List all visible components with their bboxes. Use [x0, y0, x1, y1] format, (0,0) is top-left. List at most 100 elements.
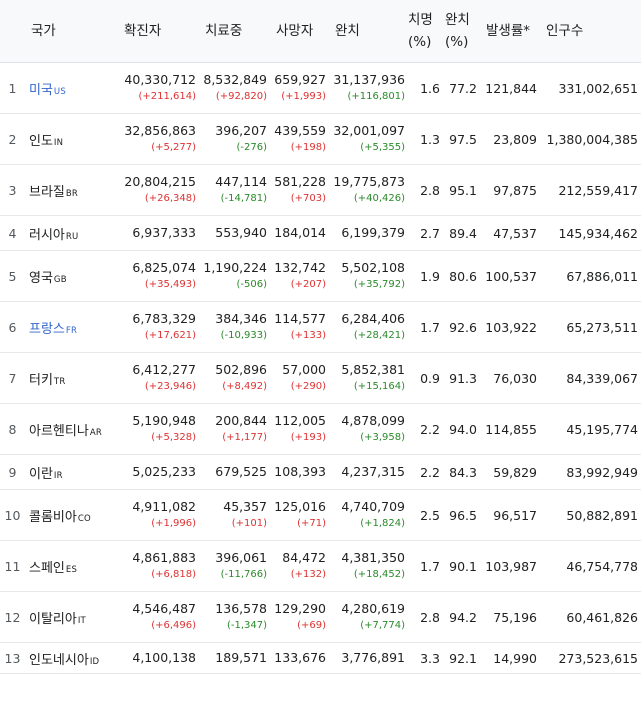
- country-cell: 터키TR: [25, 353, 118, 404]
- population-cell: 84,339,067: [566, 370, 638, 386]
- country-name: 러시아RU: [29, 228, 78, 243]
- treating-cell: 396,207 (-276): [199, 114, 270, 165]
- country-name[interactable]: 프랑스FR: [29, 322, 77, 337]
- rr-header-line2: (%): [445, 34, 469, 50]
- confirmed-delta: (+211,614): [138, 91, 196, 102]
- recovery-rate-cell: 92.6: [449, 319, 477, 335]
- recovery-rate-cell: 91.3: [449, 370, 477, 386]
- recovered-cell: 4,381,350 (+18,452): [329, 541, 408, 592]
- country-code: ID: [89, 656, 100, 667]
- recovered-value: 5,502,108: [341, 260, 405, 275]
- country-cell: 이탈리아IT: [25, 592, 118, 643]
- cfr-cell: 2.8: [420, 609, 440, 625]
- deaths-cell: 581,228 (+703): [270, 165, 329, 216]
- deaths-cell: 84,472 (+132): [270, 541, 329, 592]
- confirmed-value: 6,412,277: [132, 362, 196, 377]
- population-cell: 1,380,004,385: [546, 131, 638, 147]
- deaths-cell: 129,290 (+69): [270, 592, 329, 643]
- incidence-cell: 96,517: [493, 507, 537, 523]
- country-cell: 인도네시아ID: [25, 643, 118, 674]
- confirmed-header[interactable]: 확진자: [118, 0, 199, 63]
- rank-cell: 10: [4, 507, 21, 523]
- deaths-cell: 112,005 (+193): [270, 404, 329, 455]
- deaths-header[interactable]: 사망자: [270, 0, 329, 63]
- population-cell: 67,886,011: [566, 268, 638, 284]
- rank-cell: 8: [8, 421, 17, 437]
- recovered-cell: 19,775,873 (+40,426): [329, 165, 408, 216]
- cfr-header[interactable]: 치명 (%): [408, 0, 443, 63]
- treating-delta: (+92,820): [215, 91, 267, 102]
- country-label: 미국: [29, 82, 53, 98]
- rank-cell: 1: [8, 80, 17, 96]
- deaths-value: 84,472: [282, 550, 326, 565]
- table-row: 1 미국US 40,330,712 (+211,614) 8,532,849 (+92,8…: [0, 63, 641, 114]
- rank-cell: 4: [8, 225, 17, 241]
- deaths-delta: (+71): [297, 518, 326, 529]
- incidence-cell: 76,030: [493, 370, 537, 386]
- deaths-value: 125,016: [274, 499, 326, 514]
- population-cell: 145,934,462: [558, 225, 638, 241]
- treating-delta: (-1,347): [226, 620, 267, 631]
- recovered-delta: (+18,452): [353, 569, 405, 580]
- confirmed-cell: 5,190,948 (+5,328): [118, 404, 199, 455]
- confirmed-delta: (+35,493): [144, 279, 196, 290]
- rr-header[interactable]: 완치 (%): [443, 0, 480, 63]
- deaths-value: 112,005: [274, 413, 326, 428]
- country-name: 이란IR: [29, 467, 63, 482]
- deaths-delta: (+1,993): [281, 91, 326, 102]
- recovered-cell: 32,001,097 (+5,355): [329, 114, 408, 165]
- deaths-delta: (+133): [290, 330, 326, 341]
- cfr-cell: 1.7: [420, 319, 440, 335]
- country-cell: 인도IN: [25, 114, 118, 165]
- recovered-value: 6,284,406: [341, 311, 405, 326]
- deaths-value: 132,742: [274, 260, 326, 275]
- country-name[interactable]: 미국US: [29, 83, 66, 98]
- confirmed-value: 5,190,948: [132, 413, 196, 428]
- incidence-header[interactable]: 발생률*: [480, 0, 540, 63]
- rank-cell: 7: [8, 370, 17, 386]
- confirmed-cell: 4,546,487 (+6,496): [118, 592, 199, 643]
- recovered-cell: 5,502,108 (+35,792): [329, 251, 408, 302]
- treating-value: 396,207: [215, 123, 267, 138]
- treating-cell: 45,357 (+101): [199, 490, 270, 541]
- incidence-cell: 75,196: [493, 609, 537, 625]
- deaths-cell: 114,577 (+133): [270, 302, 329, 353]
- rank-cell: 11: [4, 558, 21, 574]
- country-code: US: [53, 86, 66, 97]
- deaths-cell: 133,676: [270, 643, 329, 674]
- country-cell: 아르헨티나AR: [25, 404, 118, 455]
- treating-cell: 679,525: [199, 455, 270, 490]
- deaths-delta: (+69): [297, 620, 326, 631]
- population-header[interactable]: 인구수: [540, 0, 641, 63]
- recovery-rate-cell: 89.4: [449, 225, 477, 241]
- recovered-value: 4,381,350: [341, 550, 405, 565]
- treating-header[interactable]: 치료중: [199, 0, 270, 63]
- deaths-cell: 57,000 (+290): [270, 353, 329, 404]
- cfr-cell: 1.3: [420, 131, 440, 147]
- population-cell: 331,002,651: [558, 80, 638, 96]
- country-header[interactable]: 국가: [25, 0, 118, 63]
- population-cell: 60,461,826: [566, 609, 638, 625]
- country-label: 인도: [29, 133, 53, 149]
- table-header-row: 국가 확진자 치료중 사망자 완치 치명 (%) 완치 (%) 발생률* 인구수: [0, 0, 641, 63]
- recovered-cell: 5,852,381 (+15,164): [329, 353, 408, 404]
- confirmed-cell: 32,856,863 (+5,277): [118, 114, 199, 165]
- country-label: 영국: [29, 270, 53, 286]
- confirmed-value: 4,911,082: [132, 499, 196, 514]
- confirmed-value: 32,856,863: [124, 123, 196, 138]
- treating-cell: 200,844 (+1,177): [199, 404, 270, 455]
- recovered-cell: 6,199,379: [329, 216, 408, 251]
- confirmed-value: 6,825,074: [132, 260, 196, 275]
- country-name: 이탈리아IT: [29, 612, 86, 627]
- cfr-cell: 2.8: [420, 182, 440, 198]
- confirmed-delta: (+5,277): [151, 142, 196, 153]
- incidence-cell: 103,922: [485, 319, 537, 335]
- table-row: 7 터키TR 6,412,277 (+23,946) 502,896 (+8,492) 57…: [0, 353, 641, 404]
- rank-cell: 2: [8, 131, 17, 147]
- recovered-header[interactable]: 완치: [329, 0, 408, 63]
- population-cell: 212,559,417: [558, 182, 638, 198]
- confirmed-delta: (+26,348): [144, 193, 196, 204]
- cfr-cell: 1.7: [420, 558, 440, 574]
- treating-cell: 8,532,849 (+92,820): [199, 63, 270, 114]
- deaths-cell: 439,559 (+198): [270, 114, 329, 165]
